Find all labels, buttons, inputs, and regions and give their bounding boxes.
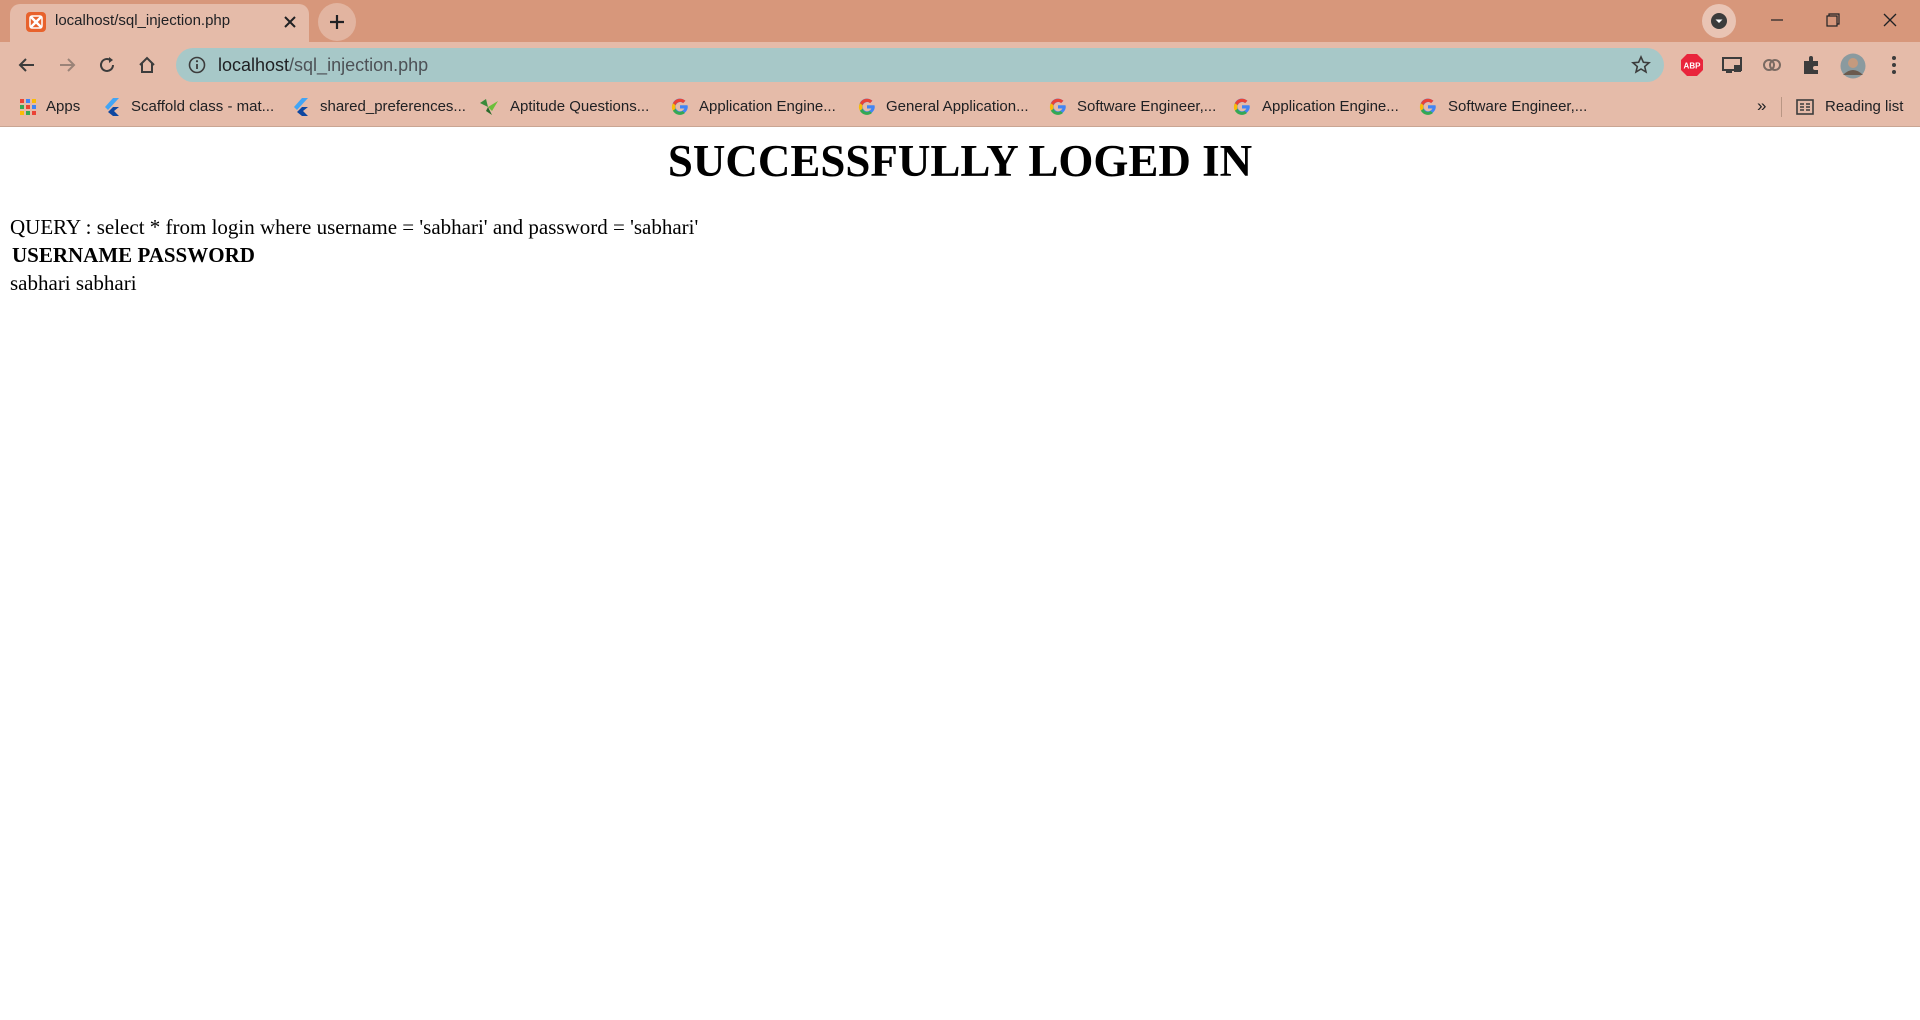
profile-avatar[interactable] (1838, 51, 1866, 79)
tab-title: localhost/sql_injection.php (55, 12, 231, 29)
column-header-password: PASSWORD (137, 243, 255, 267)
page-content: SUCCESSFULLY LOGED IN QUERY : select * f… (0, 127, 1920, 1020)
bookmarks-bar: Apps Scaffold class - mat... shared_pref… (0, 88, 1920, 127)
table-header-row: USERNAME PASSWORD (12, 243, 255, 268)
url-path: /sql_injection.php (289, 55, 429, 75)
page-title: SUCCESSFULLY LOGED IN (667, 136, 1253, 186)
extension-link-icon[interactable] (1758, 51, 1786, 79)
column-header-username: USERNAME (12, 243, 133, 267)
bookmark-aptitude[interactable]: Aptitude Questions... (478, 96, 658, 118)
close-window-button[interactable] (1862, 0, 1918, 40)
bookmark-scaffold[interactable]: Scaffold class - mat... (102, 96, 277, 118)
reading-list-label: Reading list (1825, 98, 1904, 115)
url-host: localhost (218, 55, 290, 75)
tab-search-button[interactable] (1702, 4, 1736, 38)
bookmark-label: shared_preferences... (320, 98, 466, 115)
bookmark-general-application[interactable]: General Application... (857, 96, 1042, 118)
bird-icon (478, 97, 498, 117)
bookmark-label: Scaffold class - mat... (131, 98, 275, 115)
google-icon (1048, 97, 1068, 117)
bookmark-label: Aptitude Questions... (510, 98, 650, 115)
query-text: QUERY : select * from login where userna… (10, 215, 699, 239)
xampp-favicon-icon (26, 12, 46, 32)
bookmarks-overflow-button[interactable]: » (1757, 96, 1773, 118)
extensions-puzzle-icon[interactable] (1798, 51, 1826, 79)
browser-toolbar: localhost/sql_injection.php ABP (0, 42, 1920, 88)
bookmark-label: Software Engineer,... (1448, 98, 1588, 115)
bookmark-application-engine-2[interactable]: Application Engine... (1232, 96, 1402, 118)
bookmark-label: Software Engineer,... (1077, 98, 1217, 115)
cast-icon[interactable] (1718, 51, 1746, 79)
browser-tab[interactable]: localhost/sql_injection.php (10, 4, 309, 42)
bookmark-application-engine-1[interactable]: Application Engine... (670, 96, 850, 118)
chrome-menu-icon[interactable] (1880, 51, 1908, 79)
bookmark-label: General Application... (886, 98, 1029, 115)
table-row: sabhari sabhari (10, 271, 137, 296)
reload-button[interactable] (90, 48, 124, 82)
minimize-button[interactable] (1749, 0, 1805, 40)
address-bar[interactable]: localhost/sql_injection.php (176, 48, 1664, 82)
bookmark-apps[interactable]: Apps (18, 96, 88, 118)
bookmark-software-engineer-1[interactable]: Software Engineer,... (1048, 96, 1218, 118)
bookmarks-divider (1781, 97, 1782, 117)
google-icon (1418, 97, 1438, 117)
google-icon (670, 97, 690, 117)
overflow-chevron-icon: » (1757, 96, 1767, 115)
google-icon (857, 97, 877, 117)
bookmark-shared-preferences[interactable]: shared_preferences... (291, 96, 471, 118)
url-text[interactable]: localhost/sql_injection.php (218, 55, 428, 76)
bookmark-label: Apps (46, 98, 81, 115)
forward-button[interactable] (50, 48, 84, 82)
cell-username: sabhari (10, 271, 71, 295)
close-tab-icon[interactable] (281, 13, 299, 31)
bookmark-star-icon[interactable] (1631, 55, 1651, 75)
result-table: USERNAME PASSWORD sabhari sabhari (10, 243, 255, 295)
tab-strip: localhost/sql_injection.php (0, 0, 1920, 42)
bookmark-software-engineer-2[interactable]: Software Engineer,... (1418, 96, 1598, 118)
flutter-icon (102, 97, 122, 117)
reading-list-button[interactable]: Reading list (1795, 96, 1915, 118)
site-info-icon[interactable] (188, 56, 206, 74)
svg-text:ABP: ABP (1684, 62, 1702, 71)
new-tab-button[interactable] (318, 3, 356, 41)
bookmark-label: Application Engine... (1262, 98, 1399, 115)
reading-list-icon (1795, 97, 1815, 117)
home-button[interactable] (130, 48, 164, 82)
back-button[interactable] (10, 48, 44, 82)
bookmark-label: Application Engine... (699, 98, 836, 115)
flutter-icon (291, 97, 311, 117)
adblock-plus-icon[interactable]: ABP (1678, 51, 1706, 79)
restore-button[interactable] (1805, 0, 1861, 40)
cell-password: sabhari (75, 271, 137, 295)
apps-grid-icon (18, 97, 38, 117)
google-icon (1232, 97, 1252, 117)
